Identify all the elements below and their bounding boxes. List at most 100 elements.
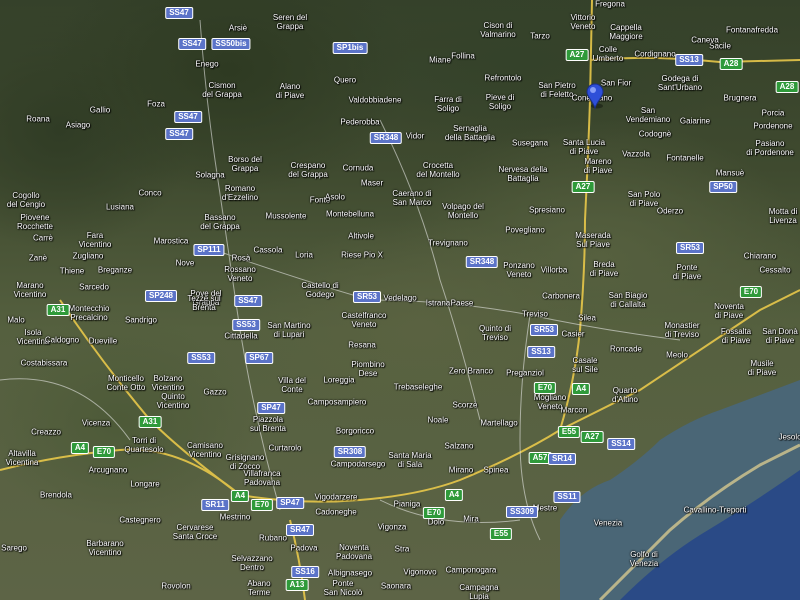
place-label: Vigodarzere xyxy=(314,492,358,502)
road-shield: SS53 xyxy=(232,319,260,331)
place-label: Tezze sul Brenta xyxy=(187,294,221,312)
place-label: Costabissara xyxy=(20,358,68,368)
place-label: San Donà di Piave xyxy=(762,327,798,345)
place-label: San Biagio di Callalta xyxy=(608,291,648,309)
road-shield: SR308 xyxy=(333,446,367,458)
place-label: Pasiano di Pordenone xyxy=(746,139,794,157)
place-label: Valdobbiadene xyxy=(348,95,402,105)
place-label: Ponte San Nicolò xyxy=(323,579,363,597)
place-label: Villorba xyxy=(540,265,568,275)
place-label: Cittadella xyxy=(224,331,258,341)
place-label: Stra xyxy=(394,544,410,554)
place-label: Riese Pio X xyxy=(341,250,383,260)
place-label: Malo xyxy=(7,315,25,325)
road-shield: SS47 xyxy=(234,295,262,307)
place-label: Conco xyxy=(138,188,162,198)
road-shield: E70 xyxy=(739,286,763,298)
road-shield: A4 xyxy=(444,489,464,501)
place-label: Refrontolo xyxy=(484,73,522,83)
road-shield: E70 xyxy=(92,446,116,458)
place-label: Zanè xyxy=(28,253,48,263)
place-label: Martellago xyxy=(480,418,518,428)
road-shield: A13 xyxy=(285,579,309,591)
place-label: Rosà xyxy=(231,253,251,263)
place-label: Quero xyxy=(333,75,357,85)
road-shield: SP50 xyxy=(709,181,737,193)
place-label: Trevignano xyxy=(428,238,468,248)
road-shield: E55 xyxy=(489,528,513,540)
place-label: Spinea xyxy=(483,465,509,475)
road-shield: E70 xyxy=(422,507,446,519)
place-label: Carrè xyxy=(32,233,54,243)
place-label: Pieve di Soligo xyxy=(485,93,515,111)
map-pin-icon[interactable] xyxy=(584,82,606,110)
place-label: Musile di Piave xyxy=(747,359,777,377)
place-label: Zero Branco xyxy=(448,366,494,376)
place-label: Camponogara xyxy=(445,565,497,575)
place-label: Fara Vicentino xyxy=(78,231,112,249)
place-label: Arcugnano xyxy=(88,465,128,475)
place-label: Salzano xyxy=(444,441,474,451)
place-label: San Pietro di Feletto xyxy=(538,81,576,99)
road-shield: SS50bis xyxy=(211,38,251,50)
place-label: Fossalta di Piave xyxy=(720,327,752,345)
road-shield: SP1bis xyxy=(332,42,368,54)
place-label: Solagna xyxy=(195,170,225,180)
place-label: Albignasego xyxy=(327,568,373,578)
place-label: Scorzè xyxy=(452,400,478,410)
place-label: Arsiè xyxy=(228,23,248,33)
place-label: Silea xyxy=(578,313,596,323)
place-label: Altavilla Vicentina xyxy=(5,449,39,467)
road-shield: A31 xyxy=(46,304,70,316)
place-label: Vigonza xyxy=(377,522,407,532)
place-label: Campodarsego xyxy=(330,459,386,469)
place-label: Brendola xyxy=(39,490,73,500)
place-label: Loreggia xyxy=(323,375,355,385)
place-label: Zugliano xyxy=(72,251,104,261)
place-label: Cappella Maggiore xyxy=(609,23,643,41)
place-label: Ponzano Veneto xyxy=(503,261,535,279)
place-label: Dueville xyxy=(88,336,118,346)
place-label: Casier xyxy=(561,329,585,339)
place-label: Cessalto xyxy=(759,265,791,275)
place-label: Gaiarine xyxy=(679,116,711,126)
place-label: Cison di Valmarino xyxy=(480,21,516,39)
road-shield: A4 xyxy=(571,383,591,395)
place-label: Romano d'Ezzelino xyxy=(221,184,259,202)
place-label: Cogollo del Cengio xyxy=(6,191,46,209)
place-label: Preganziol xyxy=(506,368,544,378)
road-shield: SR14 xyxy=(547,453,577,465)
place-label: Motta di Livenza xyxy=(768,207,798,225)
road-shield: SS16 xyxy=(291,566,319,578)
road-shield: E70 xyxy=(533,382,557,394)
place-label: Mestrino xyxy=(219,512,251,522)
road-shield: SR11 xyxy=(201,499,229,511)
place-label: Golfo di Venezia xyxy=(629,550,659,568)
place-label: Vazzola xyxy=(622,149,650,159)
place-label: Santa Maria di Sala xyxy=(388,451,432,469)
road-shield: SS14 xyxy=(607,438,635,450)
place-label: Piovene Rocchette xyxy=(16,213,54,231)
road-shield: A4 xyxy=(70,442,90,454)
place-label: Asiago xyxy=(65,120,91,130)
place-label: Paese xyxy=(450,298,474,308)
place-label: Treviso xyxy=(522,309,548,319)
place-label: Seren del Grappa xyxy=(272,13,308,31)
place-label: Noventa di Piave xyxy=(714,302,744,320)
road-shield: SS309 xyxy=(505,506,539,518)
road-shield: SP111 xyxy=(193,244,225,256)
road-shield: SS11 xyxy=(553,491,581,503)
place-label: Curtarolo xyxy=(268,443,302,453)
place-label: Camposampiero xyxy=(307,397,367,407)
place-label: Crespano del Grappa xyxy=(288,161,328,179)
place-label: Godega di Sant'Urbano xyxy=(657,74,703,92)
place-label: Borgoricco xyxy=(335,426,375,436)
place-label: Breda di Piave xyxy=(589,260,619,278)
satellite-map[interactable]: Fregona Arsiè Seren del Grappa Vittorio Ven… xyxy=(0,0,800,600)
place-label: Cassola xyxy=(253,245,283,255)
place-label: Cervarese Santa Croce xyxy=(172,523,218,541)
place-label: Codognè xyxy=(638,129,672,139)
place-label: Pordenone xyxy=(753,121,793,131)
place-label: Susegana xyxy=(511,138,549,148)
road-shield: SP47 xyxy=(257,402,285,414)
